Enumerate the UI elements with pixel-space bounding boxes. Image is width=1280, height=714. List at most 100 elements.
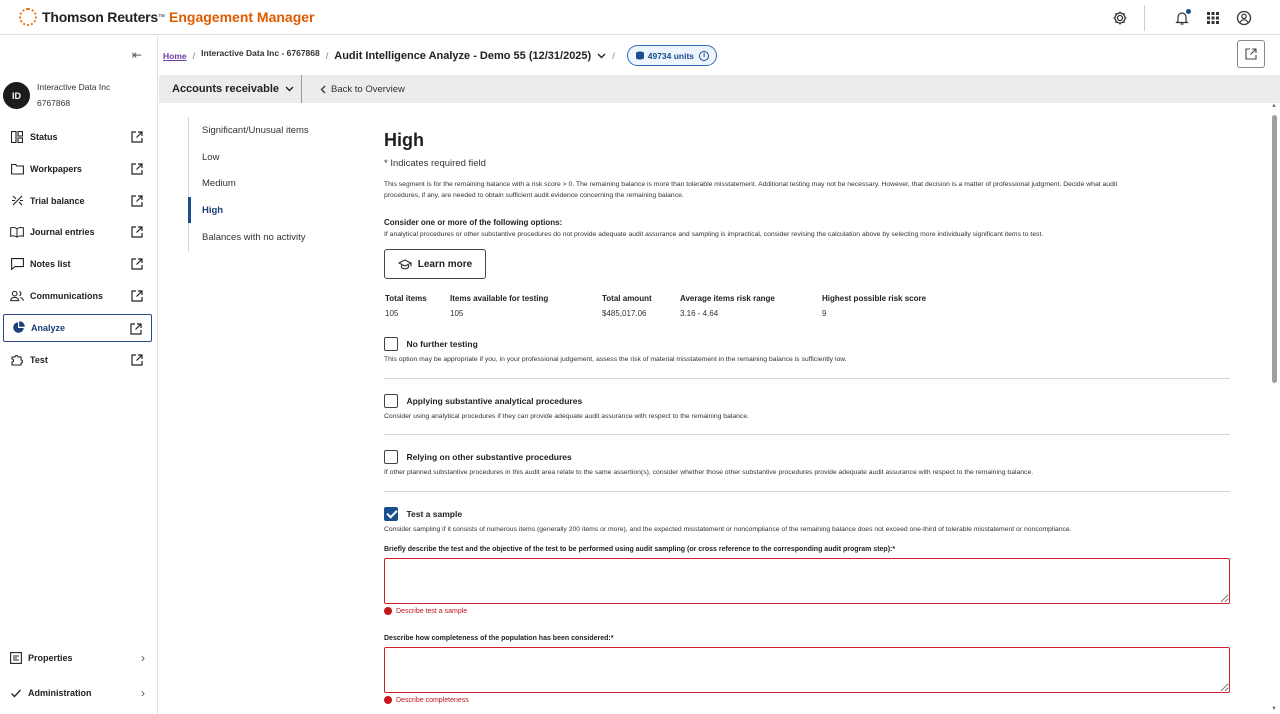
divider — [1144, 4, 1145, 31]
back-to-overview-link[interactable]: Back to Overview — [320, 84, 405, 95]
stat-total-items: Total items 105 — [385, 294, 427, 318]
chevron-left-icon — [320, 85, 326, 94]
stat-value: $485,017.06 — [602, 309, 647, 318]
stat-items-available: Items available for testing 105 — [450, 294, 548, 318]
thomson-reuters-logo-icon — [19, 8, 37, 26]
engagement-selector[interactable]: Audit Intelligence Analyze - Demo 55 (12… — [334, 50, 606, 62]
puzzle-icon — [10, 353, 24, 367]
completeness-label: Describe how completeness of the populat… — [384, 635, 614, 642]
client-info: ID Interactive Data Inc 6767868 — [3, 82, 110, 109]
error-text: Describe test a sample — [396, 607, 468, 615]
test-description-label: Briefly describe the test and the object… — [384, 546, 896, 553]
section-nav-item-high[interactable]: High — [188, 197, 338, 224]
scrollbar[interactable]: ▲ ▼ — [1270, 103, 1278, 714]
sidebar-item-workpapers[interactable]: Workpapers — [3, 155, 152, 183]
section-nav-item-significant[interactable]: Significant/Unusual items — [189, 117, 338, 144]
chevron-right-icon: › — [141, 686, 145, 700]
brand-trademark: ™ — [158, 13, 166, 21]
option-title: No further testing — [406, 338, 478, 349]
scroll-up-icon[interactable]: ▲ — [1270, 103, 1278, 111]
sidebar-item-administration[interactable]: Administration › — [10, 686, 145, 700]
option-no-further-testing: No further testing This option may be ap… — [384, 335, 1230, 363]
sidebar-item-label: Analyze — [31, 322, 66, 333]
intro-line: procedures, if any, are needed to obtain… — [384, 191, 684, 199]
page-title: High — [384, 130, 424, 150]
external-link-icon[interactable] — [131, 162, 144, 175]
sidebar-item-communications[interactable]: Communications — [3, 282, 152, 310]
stat-value: 105 — [450, 309, 464, 318]
breadcrumb-separator: / — [325, 50, 329, 61]
chevron-right-icon: › — [141, 651, 145, 665]
sidebar: ⇤ ID Interactive Data Inc 6767868 Status… — [0, 36, 158, 714]
client-id: 6767868 — [37, 98, 71, 108]
section-nav-item-medium[interactable]: Medium — [189, 171, 338, 198]
external-link-icon[interactable] — [131, 257, 144, 270]
apps-grid-icon[interactable] — [1204, 9, 1222, 27]
people-icon — [10, 289, 24, 303]
units-badge[interactable]: 49734 units i — [626, 45, 718, 66]
stat-label: Total items — [385, 294, 427, 303]
consider-heading: Consider one or more of the following op… — [384, 218, 563, 227]
breadcrumb-home-link[interactable]: Home — [163, 51, 187, 61]
sidebar-item-journal-entries[interactable]: Journal entries — [3, 218, 152, 246]
external-link-icon[interactable] — [130, 322, 143, 335]
option-description: Consider using analytical procedures if … — [384, 413, 749, 420]
option-description: If other planned substantive procedures … — [384, 469, 1034, 476]
client-name: Interactive Data Inc — [37, 82, 111, 92]
stat-total-amount: Total amount $485,017.06 — [602, 294, 652, 318]
scroll-down-icon[interactable]: ▼ — [1270, 706, 1278, 714]
sidebar-item-label: Administration — [28, 688, 92, 698]
completeness-field[interactable] — [384, 647, 1230, 693]
sidebar-item-status[interactable]: Status — [3, 123, 152, 151]
engagement-name: Audit Intelligence Analyze - Demo 55 (12… — [334, 49, 592, 62]
brand[interactable]: Thomson Reuters ™ Engagement Manager — [19, 8, 315, 26]
stat-value: 105 — [385, 309, 399, 318]
external-link-icon[interactable] — [131, 194, 144, 207]
check-icon — [10, 687, 22, 699]
gear-icon[interactable] — [1111, 9, 1129, 27]
scroll-thumb[interactable] — [1272, 115, 1277, 383]
section-nav: Significant/Unusual items Low Medium Hig… — [188, 117, 338, 252]
option-description: Consider sampling if it consists of nume… — [384, 526, 1072, 533]
external-link-icon[interactable] — [131, 130, 144, 143]
option-analytical-procedures: Applying substantive analytical procedur… — [384, 392, 1230, 420]
learn-more-label: Learn more — [417, 258, 473, 270]
section-nav-item-no-activity[interactable]: Balances with no activity — [189, 224, 338, 251]
account-area-label: Accounts receivable — [172, 83, 279, 95]
external-link-icon[interactable] — [131, 353, 144, 366]
sidebar-item-label: Workpapers — [30, 163, 82, 174]
account-icon[interactable] — [1235, 9, 1253, 27]
sidebar-item-test[interactable]: Test — [3, 346, 152, 374]
analytical-procedures-checkbox[interactable] — [384, 393, 398, 408]
open-in-new-window-icon[interactable] — [1237, 40, 1265, 68]
external-link-icon[interactable] — [131, 225, 144, 238]
external-link-icon[interactable] — [131, 289, 144, 302]
chevron-down-icon — [285, 86, 294, 92]
sub-header: Accounts receivable Back to Overview — [159, 75, 1280, 103]
error-text: Describe completeness — [396, 696, 469, 704]
breadcrumb-client[interactable]: Interactive Data Inc - 6767868 — [201, 48, 320, 58]
book-icon — [10, 225, 24, 239]
sidebar-item-label: Test — [30, 354, 48, 365]
no-further-testing-checkbox[interactable] — [384, 336, 398, 351]
sidebar-item-notes-list[interactable]: Notes list — [3, 250, 152, 278]
stat-value: 9 — [822, 309, 827, 318]
stat-label: Total amount — [602, 294, 652, 303]
chevron-down-icon — [597, 53, 606, 59]
bell-icon[interactable] — [1173, 8, 1191, 27]
option-title: Test a sample — [406, 508, 463, 519]
test-sample-checkbox[interactable] — [384, 506, 398, 521]
collapse-left-icon[interactable]: ⇤ — [132, 48, 142, 62]
account-area-selector[interactable]: Accounts receivable — [159, 83, 301, 95]
sidebar-item-properties[interactable]: Properties › — [10, 651, 145, 665]
divider — [384, 434, 1230, 435]
section-nav-item-low[interactable]: Low — [189, 144, 338, 171]
sidebar-item-analyze[interactable]: Analyze — [3, 313, 152, 342]
sidebar-item-trial-balance[interactable]: Trial balance — [3, 187, 152, 215]
consider-text: If analytical procedures or other substa… — [384, 231, 1044, 238]
other-substantive-checkbox[interactable] — [384, 449, 398, 464]
learn-more-button[interactable]: Learn more — [384, 249, 486, 279]
stat-risk-range: Average items risk range 3.16 - 4.64 — [680, 294, 775, 318]
test-description-field[interactable] — [384, 558, 1230, 604]
properties-icon — [10, 652, 22, 664]
